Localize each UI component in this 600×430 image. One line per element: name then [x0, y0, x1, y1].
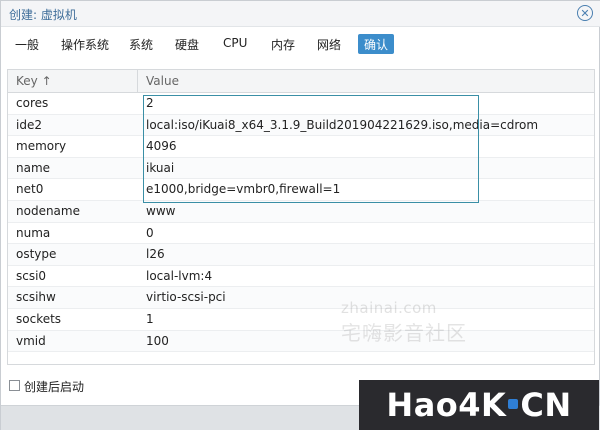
table-row[interactable]: cores 2 — [8, 93, 594, 115]
tab-confirm[interactable]: 确认 — [358, 34, 395, 54]
tab-os[interactable]: 操作系统 — [55, 34, 115, 54]
table-row[interactable]: memory 4096 — [8, 136, 594, 158]
grid-header: Key ↑ Value — [8, 70, 594, 93]
logo-text-main: Hao4K — [386, 386, 507, 424]
table-row[interactable]: vmid 100 — [8, 330, 594, 353]
row-value: 1 — [146, 311, 154, 326]
watermark-url: zhainai.com — [341, 299, 437, 317]
create-vm-dialog: 创建: 虚拟机 ✕ 一般 操作系统 系统 硬盘 CPU 内存 网络 确认 Key… — [0, 0, 600, 430]
row-key: cores — [16, 96, 49, 110]
row-key: sockets — [16, 311, 62, 326]
row-key: vmid — [16, 333, 46, 348]
table-row[interactable]: scsihw virtio-scsi-pci — [8, 287, 594, 309]
wizard-tabs: 一般 操作系统 系统 硬盘 CPU 内存 网络 确认 — [1, 30, 600, 54]
row-value: virtio-scsi-pci — [146, 290, 226, 305]
start-after-create-label: 创建后启动 — [24, 380, 85, 394]
row-key: ostype — [16, 247, 57, 262]
row-key: scsihw — [16, 290, 56, 305]
start-after-create-checkbox[interactable] — [9, 380, 20, 391]
row-value: 0 — [146, 225, 154, 240]
row-key: numa — [16, 225, 51, 240]
table-row[interactable]: ostype l26 — [8, 244, 594, 266]
row-key: nodename — [16, 203, 80, 218]
tab-general[interactable]: 一般 — [9, 34, 45, 54]
value-column-header[interactable]: Value — [138, 70, 179, 93]
table-row[interactable]: ide2 local:iso/iKuai8_x64_3.1.9_Build2019… — [8, 114, 594, 137]
tab-disk[interactable]: 硬盘 — [169, 34, 205, 54]
row-value: l26 — [146, 247, 165, 262]
row-value: e1000,bridge=vmbr0,firewall=1 — [146, 182, 341, 197]
row-key: net0 — [16, 182, 44, 197]
dialog-titlebar: 创建: 虚拟机 ✕ — [1, 1, 600, 27]
hao4k-logo: Hao4K CN — [359, 380, 599, 430]
row-key: scsi0 — [16, 268, 47, 283]
row-value: 100 — [146, 333, 169, 348]
row-value: ikuai — [146, 160, 175, 175]
tab-cpu[interactable]: CPU — [217, 34, 253, 54]
table-row[interactable]: net0 e1000,bridge=vmbr0,firewall=1 — [8, 179, 594, 201]
table-row[interactable]: nodename www — [8, 200, 594, 223]
close-icon[interactable]: ✕ — [577, 5, 593, 21]
logo-dot-icon — [508, 399, 519, 409]
row-value: local-lvm:4 — [146, 268, 213, 283]
dialog-title: 创建: 虚拟机 — [9, 8, 77, 22]
tab-memory[interactable]: 内存 — [265, 34, 301, 54]
grid-rows: cores 2 ide2 local:iso/iKuai8_x64_3.1.9_Bu… — [8, 93, 594, 353]
table-row[interactable]: name ikuai — [8, 157, 594, 180]
logo-text-suffix: CN — [520, 386, 572, 424]
key-column-header[interactable]: Key ↑ — [8, 70, 138, 93]
table-row[interactable]: scsi0 local-lvm:4 — [8, 266, 594, 288]
row-value: 2 — [146, 96, 154, 110]
tab-network[interactable]: 网络 — [311, 34, 347, 54]
row-value: local:iso/iKuai8_x64_3.1.9_Build20190422… — [146, 117, 539, 132]
watermark-text: 宅嗨影音社区 — [341, 321, 467, 345]
row-key: name — [16, 160, 51, 175]
confirm-settings-grid: Key ↑ Value cores 2 ide2 local:iso/iKuai8_… — [7, 69, 595, 365]
row-value: 4096 — [146, 139, 177, 154]
row-value: www — [146, 203, 176, 218]
row-key: memory — [16, 139, 67, 154]
table-row[interactable]: sockets 1 — [8, 309, 594, 331]
table-row[interactable]: numa 0 — [8, 223, 594, 245]
tab-system[interactable]: 系统 — [123, 34, 159, 54]
row-key: ide2 — [16, 117, 42, 132]
